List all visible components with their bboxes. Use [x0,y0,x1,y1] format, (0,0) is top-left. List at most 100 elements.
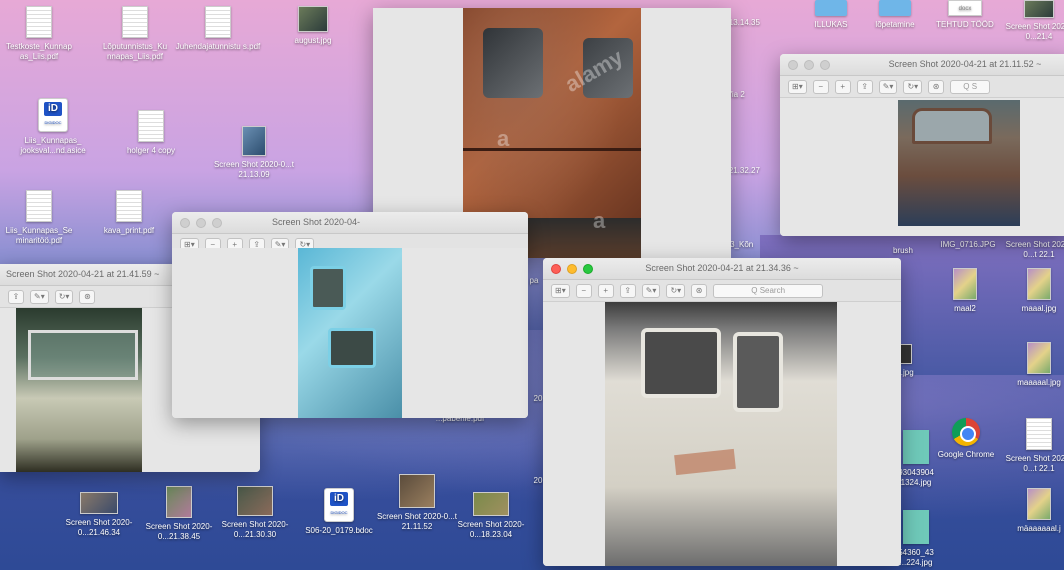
zoom-out-button[interactable]: − [575,283,592,298]
blue-truck-photo [298,248,402,418]
desktop-icon-file[interactable]: maaal.jpg [1004,268,1064,314]
close-icon[interactable] [788,60,798,70]
desktop-icon-file[interactable]: maal2 [925,268,1005,314]
minimize-icon[interactable] [804,60,814,70]
desktop-icon-file[interactable]: august.jpg [270,6,356,46]
desktop-icon-label: Screen Shot 2020-0...21.38.45 [145,522,213,541]
zoom-in-button[interactable]: + [597,283,614,298]
desktop-icon-label: Screen Shot 2020-0...t 21.13.09 [213,160,295,179]
rust-mark-shape [674,448,736,476]
desktop-icon-label: lõpetamine [875,20,915,29]
markup-button[interactable]: ✎▾ [641,283,661,298]
desktop-icon-label: 20 [533,394,543,403]
window-titlebar[interactable]: Screen Shot 2020-04- [172,212,528,234]
desktop-icon-file[interactable]: Screen Shot 2020-0...21.4 [1004,0,1064,42]
desktop-icon-file[interactable]: Screen Shot 2020-0...t 22.1 [1004,418,1064,474]
pdf-file-icon [205,6,231,38]
desktop-icon-label: Screen Shot 2020-0...t 21.11.52 [376,512,458,531]
image-file-icon [903,430,929,464]
desktop-icon-label: S06-20_0179.bdoc [305,526,373,535]
desktop-icon-label: Liis_Kunnapas_ jooksval...nd.asice [20,136,86,155]
pdf-file-icon [26,6,52,38]
desktop-icon-label: pa [529,276,539,285]
desktop-icon-label: Lõputunnistus_Ku nnapas_Liis.pdf [102,42,168,61]
desktop-icon-file[interactable]: Screen Shot 2020-0...18.23.04 [448,492,534,540]
folder-icon [879,0,911,16]
desktop-icon-file[interactable]: Screen Shot 2020-0...t 21.13.09 [211,126,297,180]
desktop-icon-file[interactable]: Lõputunnistus_Ku nnapas_Liis.pdf [92,6,178,62]
desktop-icon-file[interactable]: Screen Shot 2020-0...21.30.30 [212,486,298,540]
zoom-icon[interactable] [212,218,222,228]
rotate-button[interactable]: ↻▾ [666,283,686,298]
annotate-button[interactable]: ⊛ [691,283,708,298]
image-file-icon [473,492,509,516]
desktop-icon-label: TEHTUD TÖÖD [936,20,994,29]
digidoc-logo: iD [330,492,348,506]
desktop-icon-file[interactable]: kava_print.pdf [86,190,172,236]
close-icon[interactable] [180,218,190,228]
car-window-shape [912,108,992,144]
image-file-icon [903,510,929,544]
image-file-icon [1027,268,1051,300]
share-button[interactable]: ⇪ [8,289,24,304]
desktop-icon-file[interactable]: holger 4 copy [108,110,194,156]
digidoc-caption: DIGIDOC [330,510,348,515]
desktop-icon-file[interactable]: iD DIGIDOC S06-20_0179.bdoc [296,488,382,536]
desktop-icon-file[interactable]: Testkoste_Kunnap as_Liis.pdf [0,6,82,62]
window-titlebar[interactable]: Screen Shot 2020-04-21 at 21.11.52 ~ [780,54,1064,76]
sidebar-toggle-button[interactable]: ⊞▾ [551,283,570,298]
desktop-icon-label: 20 [533,476,543,485]
digidoc-logo: iD [44,102,62,116]
desktop-icon-file[interactable]: Screen Shot 2020-0...21.38.45 [136,486,222,542]
desktop-icon-label: Screen Shot 2020-0...18.23.04 [457,520,525,539]
preview-window-blue-truck[interactable]: Screen Shot 2020-04- ⊞▾ − + ⇪ ✎▾ ↻▾ [172,212,528,418]
window-titlebar[interactable]: Screen Shot 2020-04-21 at 21.34.36 ~ [543,258,901,280]
preview-window-2134[interactable]: Screen Shot 2020-04-21 at 21.34.36 ~ ⊞▾ … [543,258,901,566]
desktop-icon-label: mäaaaaaal.j [1017,524,1061,533]
desktop-icon-file[interactable]: mäaaaaaal.j [1004,488,1064,534]
minimize-icon[interactable] [196,218,206,228]
green-car-photo [16,308,142,472]
rotate-button[interactable]: ↻▾ [903,79,923,94]
digidoc-file-icon: iD DIGIDOC [324,488,354,522]
preview-window-2111[interactable]: Screen Shot 2020-04-21 at 21.11.52 ~ ⊞▾ … [780,54,1064,236]
desktop-icon-file[interactable]: Screen Shot 2020-0...t 22.1 [1004,240,1064,260]
desktop-icon-label: maal2 [954,304,976,313]
search-input[interactable]: Q S [950,79,991,94]
annotate-button[interactable]: ⊛ [928,79,945,94]
image-file-icon [399,474,435,508]
desktop-icon-label: Screen Shot 2020-0...21.46.34 [65,518,133,537]
door-window-shape [733,332,783,412]
traffic-lights [788,60,830,70]
document-file-icon [138,110,164,142]
zoom-icon[interactable] [820,60,830,70]
desktop-icon-file[interactable]: maaaaal.jpg [1004,342,1064,388]
markup-button[interactable]: ✎▾ [30,289,49,304]
desktop-icon-label: 93043904 1324.jpg [898,468,934,487]
car-window-shape [28,330,138,380]
share-button[interactable]: ⇪ [619,283,636,298]
truck-window-shape [328,328,376,368]
desktop-icon-file[interactable]: Screen Shot 2020-0...21.46.34 [56,492,142,538]
image-file-icon [1024,0,1054,18]
chrome-icon [952,418,980,446]
desktop-icon-folder[interactable]: docx TEHTUD TÖÖD [922,0,1008,30]
desktop-icon-file[interactable]: iD DIGIDOC Liis_Kunnapas_ jooksval...nd.… [10,98,96,156]
desktop-icon-file[interactable]: Juhendajatunnistu s.pdf [175,6,261,52]
sidebar-toggle-button[interactable]: ⊞▾ [788,79,807,94]
share-button[interactable]: ⇪ [856,79,873,94]
desktop-icon-label: holger 4 copy [126,146,176,155]
document-file-icon [1026,418,1052,450]
markup-button[interactable]: ✎▾ [878,79,898,94]
desktop-icon-file[interactable]: Liis_Kunnapas_Se minaritöö.pdf [0,190,82,246]
pdf-file-icon [26,190,52,222]
pdf-file-icon [116,190,142,222]
traffic-lights [180,218,222,228]
annotate-button[interactable]: ⊛ [79,289,96,304]
zoom-in-button[interactable]: + [834,79,851,94]
zoom-out-button[interactable]: − [812,79,829,94]
rotate-button[interactable]: ↻▾ [54,289,74,304]
desktop-icon-file[interactable]: IMG_0716.JPG [928,240,1008,250]
image-file-icon [237,486,273,516]
search-input[interactable]: Q Search [713,283,824,298]
